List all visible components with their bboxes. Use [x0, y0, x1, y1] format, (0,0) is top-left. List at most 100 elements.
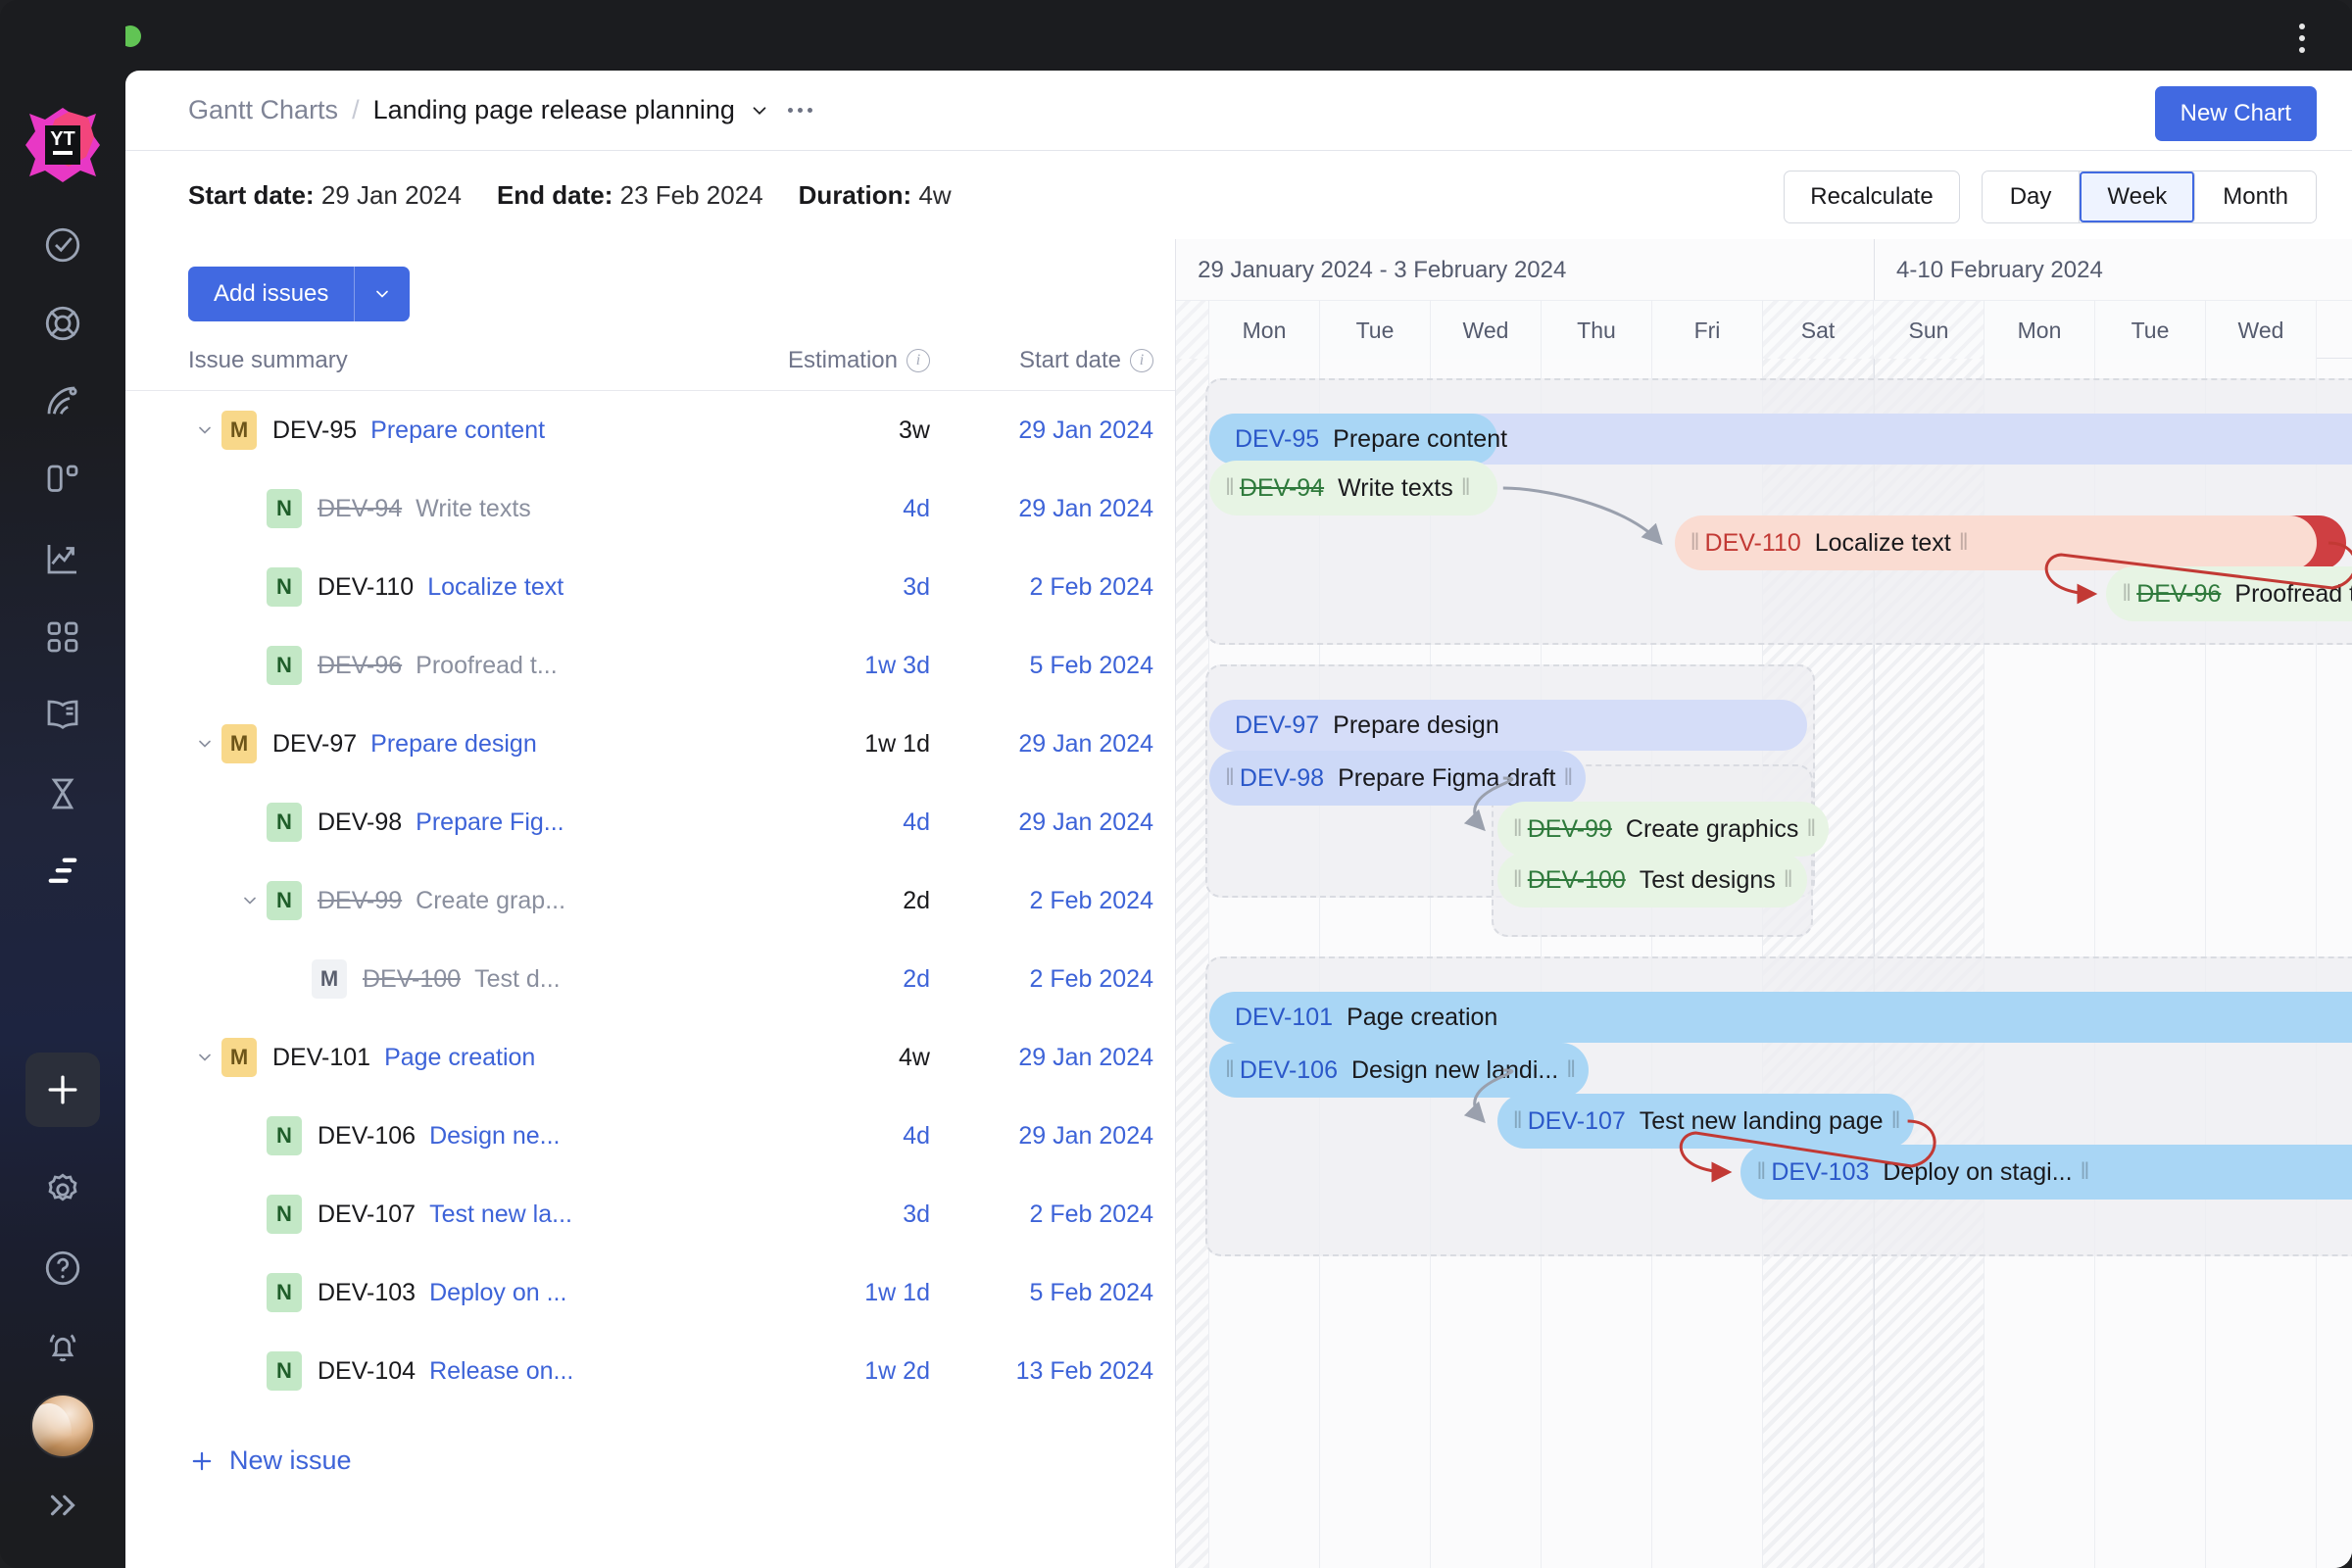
issue-summary[interactable]: Test d... [474, 965, 561, 994]
cell-estimation[interactable]: 1w 2d [724, 1357, 930, 1386]
recalculate-button[interactable]: Recalculate [1784, 171, 1960, 223]
cell-start-date[interactable]: 5 Feb 2024 [930, 1279, 1175, 1307]
sidebar-item-dashboards[interactable] [0, 519, 125, 598]
issue-id[interactable]: DEV-98 [318, 808, 402, 837]
sidebar-item-issues[interactable] [0, 206, 125, 284]
cell-start-date[interactable]: 2 Feb 2024 [930, 1200, 1175, 1229]
sidebar-item-gantt[interactable] [0, 833, 125, 911]
scale-option-day[interactable]: Day [1982, 172, 2081, 222]
cell-estimation[interactable]: 1w 1d [724, 730, 930, 759]
gantt-bar-dev-94[interactable]: ‖ DEV-94 Write texts ‖ [1209, 461, 1497, 515]
table-row[interactable]: N DEV-104 Release on... 1w 2d 13 Feb 2024 [125, 1332, 1175, 1410]
cell-start-date[interactable]: 29 Jan 2024 [930, 808, 1175, 837]
help-button[interactable] [0, 1229, 125, 1307]
cell-estimation[interactable]: 3d [724, 573, 930, 602]
issue-id[interactable]: DEV-94 [318, 495, 402, 523]
chevron-down-icon[interactable] [749, 100, 770, 122]
bar-resize-handle[interactable]: ‖ [1217, 474, 1240, 502]
issue-summary[interactable]: Write texts [416, 495, 531, 523]
expand-sidebar-button[interactable] [0, 1466, 125, 1544]
bar-resize-handle[interactable]: ‖ [1555, 764, 1578, 792]
gantt-bar-dev-106[interactable]: ‖ DEV-106 Design new landi... ‖ [1209, 1043, 1590, 1098]
table-row[interactable]: N DEV-99 Create grap... 2d 2 Feb 2024 [125, 861, 1175, 940]
sidebar-item-timesheet[interactable] [0, 755, 125, 833]
dots-horizontal-icon[interactable] [787, 108, 812, 113]
cell-estimation[interactable]: 4w [724, 1044, 930, 1072]
table-row[interactable]: M DEV-97 Prepare design 1w 1d 29 Jan 2024 [125, 705, 1175, 783]
cell-estimation[interactable]: 3d [724, 1200, 930, 1229]
table-row[interactable]: N DEV-94 Write texts 4d 29 Jan 2024 [125, 469, 1175, 548]
info-icon[interactable]: i [1130, 349, 1153, 372]
column-header-start-date[interactable]: Start date i [930, 347, 1175, 374]
column-header-issue-summary[interactable]: Issue summary [188, 347, 724, 374]
issue-summary[interactable]: Create grap... [416, 887, 565, 915]
cell-estimation[interactable]: 3w [724, 416, 930, 445]
youtrack-logo[interactable]: YT [24, 106, 102, 184]
bar-resize-handle[interactable]: ‖ [2114, 580, 2136, 608]
settings-button[interactable] [0, 1151, 125, 1229]
avatar[interactable] [32, 1396, 93, 1456]
new-issue-button[interactable]: New issue [125, 1410, 1175, 1476]
chevron-down-icon[interactable] [188, 727, 221, 760]
cell-estimation[interactable]: 4d [724, 1122, 930, 1151]
bar-resize-handle[interactable]: ‖ [1505, 1107, 1528, 1135]
sidebar-item-apps[interactable] [0, 598, 125, 676]
issue-id[interactable]: DEV-106 [318, 1122, 416, 1151]
table-row[interactable]: N DEV-110 Localize text 3d 2 Feb 2024 [125, 548, 1175, 626]
bar-resize-handle[interactable]: ‖ [1951, 529, 1974, 557]
table-row[interactable]: N DEV-98 Prepare Fig... 4d 29 Jan 2024 [125, 783, 1175, 861]
cell-estimation[interactable]: 4d [724, 808, 930, 837]
issue-id[interactable]: DEV-97 [272, 730, 357, 759]
issue-summary[interactable]: Deploy on ... [429, 1279, 566, 1307]
bar-resize-handle[interactable]: ‖ [1798, 815, 1821, 843]
gantt-bar-dev-110[interactable]: ‖ DEV-110 Localize text ‖ [1674, 515, 2317, 570]
bar-resize-handle[interactable]: ‖ [1683, 529, 1705, 557]
cell-start-date[interactable]: 2 Feb 2024 [930, 887, 1175, 915]
issue-id[interactable]: DEV-101 [272, 1044, 370, 1072]
issue-summary[interactable]: Test new la... [429, 1200, 572, 1229]
bar-resize-handle[interactable]: ‖ [1748, 1158, 1771, 1186]
issue-summary[interactable]: Localize text [427, 573, 564, 602]
cell-start-date[interactable]: 29 Jan 2024 [930, 1044, 1175, 1072]
notifications-button[interactable] [0, 1307, 125, 1386]
issue-summary[interactable]: Proofread t... [416, 652, 558, 680]
scale-option-week[interactable]: Week [2080, 172, 2196, 222]
bar-resize-handle[interactable]: ‖ [1453, 474, 1476, 502]
cell-estimation[interactable]: 1w 1d [724, 1279, 930, 1307]
issue-id[interactable]: DEV-110 [318, 573, 414, 602]
table-row[interactable]: N DEV-107 Test new la... 3d 2 Feb 2024 [125, 1175, 1175, 1253]
cell-start-date[interactable]: 5 Feb 2024 [930, 652, 1175, 680]
sidebar-item-boards[interactable] [0, 441, 125, 519]
gantt-bar-dev-99[interactable]: ‖ DEV-99 Create graphics ‖ [1496, 802, 1830, 857]
gantt-bar-dev-98[interactable]: ‖ DEV-98 Prepare Figma draft ‖ [1209, 751, 1587, 806]
cell-estimation[interactable]: 2d [724, 887, 930, 915]
scale-option-month[interactable]: Month [2195, 172, 2316, 222]
gantt-chart-pane[interactable]: 29 January 2024 - 3 February 2024 4-10 Fe… [1176, 239, 2352, 1568]
cell-start-date[interactable]: 2 Feb 2024 [930, 965, 1175, 994]
issue-id[interactable]: DEV-96 [318, 652, 402, 680]
cell-start-date[interactable]: 13 Feb 2024 [930, 1357, 1175, 1386]
bar-resize-handle[interactable]: ‖ [1776, 866, 1798, 894]
gantt-bar-dev-103[interactable]: ‖ DEV-103 Deploy on stagi... ‖ [1740, 1145, 2352, 1200]
new-chart-button[interactable]: New Chart [2154, 86, 2317, 141]
bar-resize-handle[interactable]: ‖ [1505, 815, 1528, 843]
issue-summary[interactable]: Page creation [384, 1044, 535, 1072]
table-row[interactable]: N DEV-96 Proofread t... 1w 3d 5 Feb 2024 [125, 626, 1175, 705]
info-icon[interactable]: i [906, 349, 930, 372]
cell-start-date[interactable]: 29 Jan 2024 [930, 1122, 1175, 1151]
kebab-vertical-icon[interactable] [2291, 24, 2313, 53]
bar-resize-handle[interactable]: ‖ [1217, 764, 1240, 792]
issue-summary[interactable]: Prepare content [370, 416, 545, 445]
chevron-down-icon[interactable] [188, 1041, 221, 1074]
sidebar-item-knowledge[interactable] [0, 676, 125, 755]
bar-resize-handle[interactable]: ‖ [1505, 866, 1528, 894]
gantt-bar-dev-107[interactable]: ‖ DEV-107 Test new landing page ‖ [1496, 1094, 1914, 1149]
cell-start-date[interactable]: 29 Jan 2024 [930, 416, 1175, 445]
gantt-bar-dev-100[interactable]: ‖ DEV-100 Test designs ‖ [1496, 853, 1808, 907]
cell-start-date[interactable]: 29 Jan 2024 [930, 495, 1175, 523]
cell-estimation[interactable]: 4d [724, 495, 930, 523]
issue-id[interactable]: DEV-95 [272, 416, 357, 445]
bar-resize-handle[interactable]: ‖ [1217, 1056, 1240, 1084]
gantt-bars-area[interactable]: DEV-95 Prepare content ‖ DEV-94 Write texts ‖… [1176, 359, 2352, 1568]
issue-id[interactable]: DEV-100 [363, 965, 461, 994]
